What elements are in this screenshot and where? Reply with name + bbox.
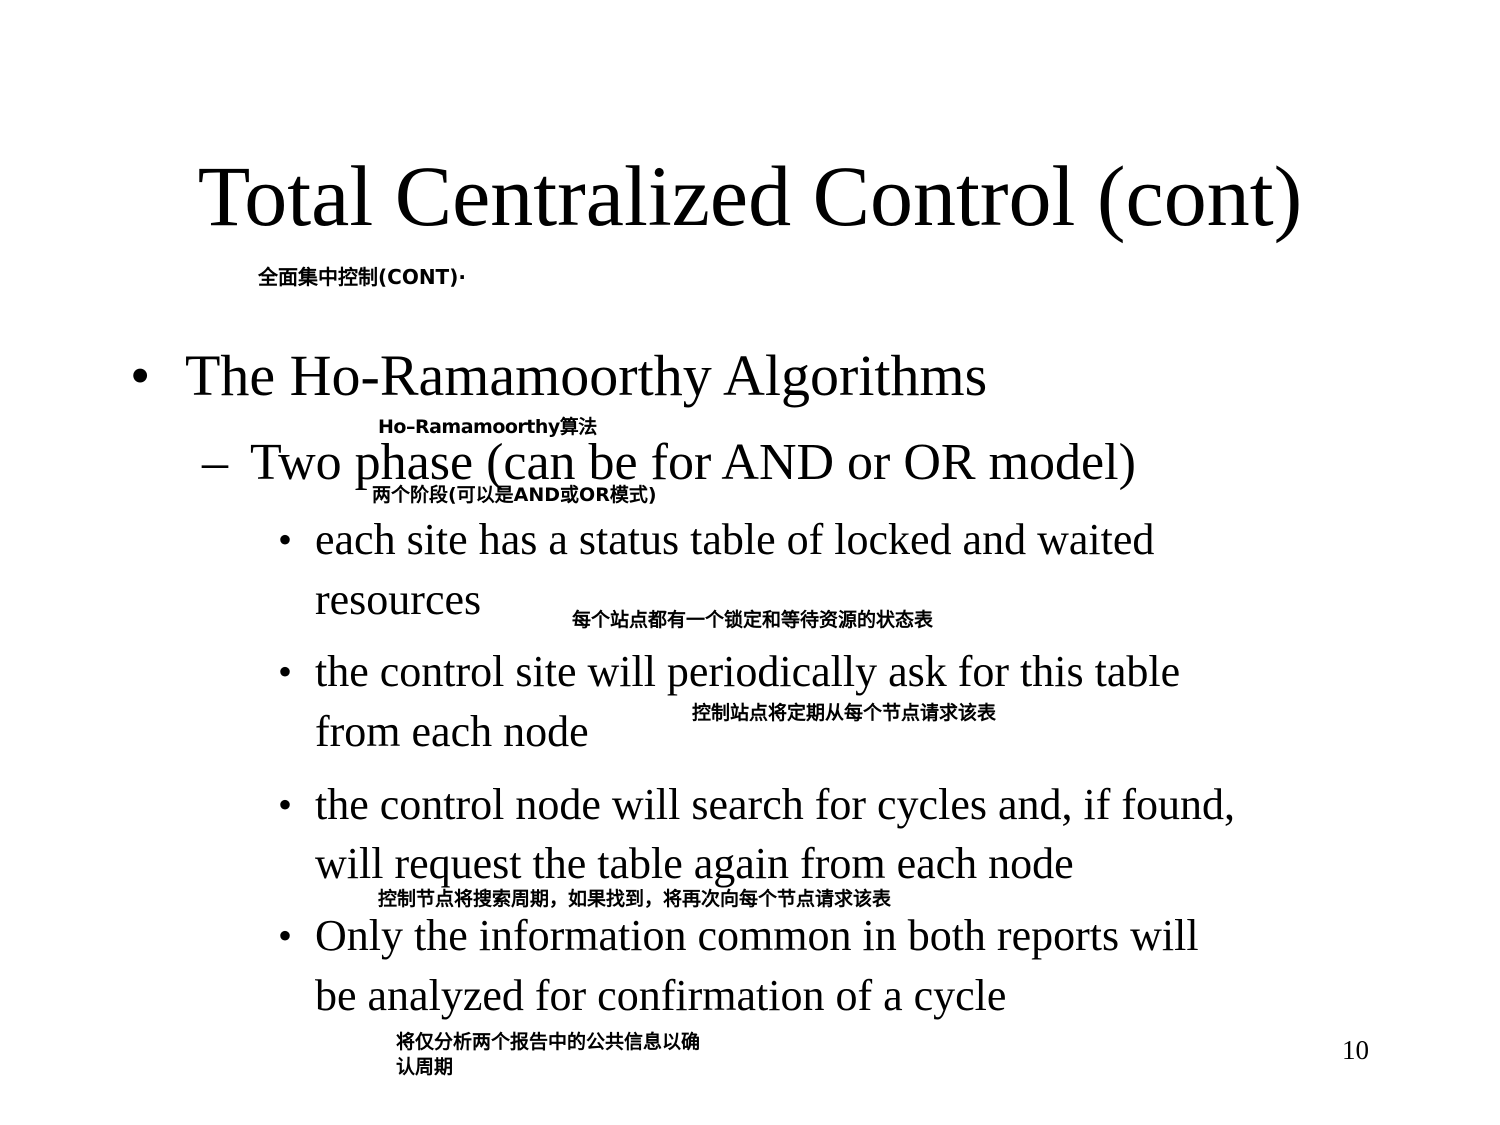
bullet-level2-translation: 两个阶段(可以是AND或OR模式) [372,484,657,506]
dash-icon: – [202,434,228,491]
bullet-level3-translation: 每个站点都有一个锁定和等待资源的状态表 [572,609,934,631]
bullet-level3-translation: 将仅分析两个报告中的公共信息以确 [396,1031,701,1053]
bullet-level3-line: the control node will search for cycles … [315,780,1236,829]
slide: Total Centralized Control (cont) 全面集中控制(… [0,0,1500,1125]
bullet-icon: • [278,649,293,694]
bullet-icon: • [278,517,293,562]
bullet-level1-text: The Ho-Ramamoorthy Algorithms [185,343,988,408]
slide-title: Total Centralized Control (cont) [197,148,1303,244]
bullet-level3-line: will request the table again from each n… [315,839,1074,888]
bullet-icon: • [278,913,293,958]
bullet-level3-translation: 认周期 [396,1056,454,1078]
bullet-icon: • [278,782,293,827]
bullet-level3-line: resources [315,575,482,624]
bullet-icon: • [130,343,151,408]
bullet-level3-line: from each node [315,707,589,756]
bullet-level3-line: the control site will periodically ask f… [315,647,1181,696]
slide-title-translation: 全面集中控制(CONT)· [258,265,466,289]
bullet-level3-line: Only the information common in both repo… [315,911,1199,960]
bullet-level3-line: each site has a status table of locked a… [315,515,1155,564]
page-number: 10 [1342,1035,1369,1065]
bullet-level3-line: be analyzed for confirmation of a cycle [315,971,1007,1020]
bullet-level3-translation: 控制站点将定期从每个节点请求该表 [692,702,997,724]
